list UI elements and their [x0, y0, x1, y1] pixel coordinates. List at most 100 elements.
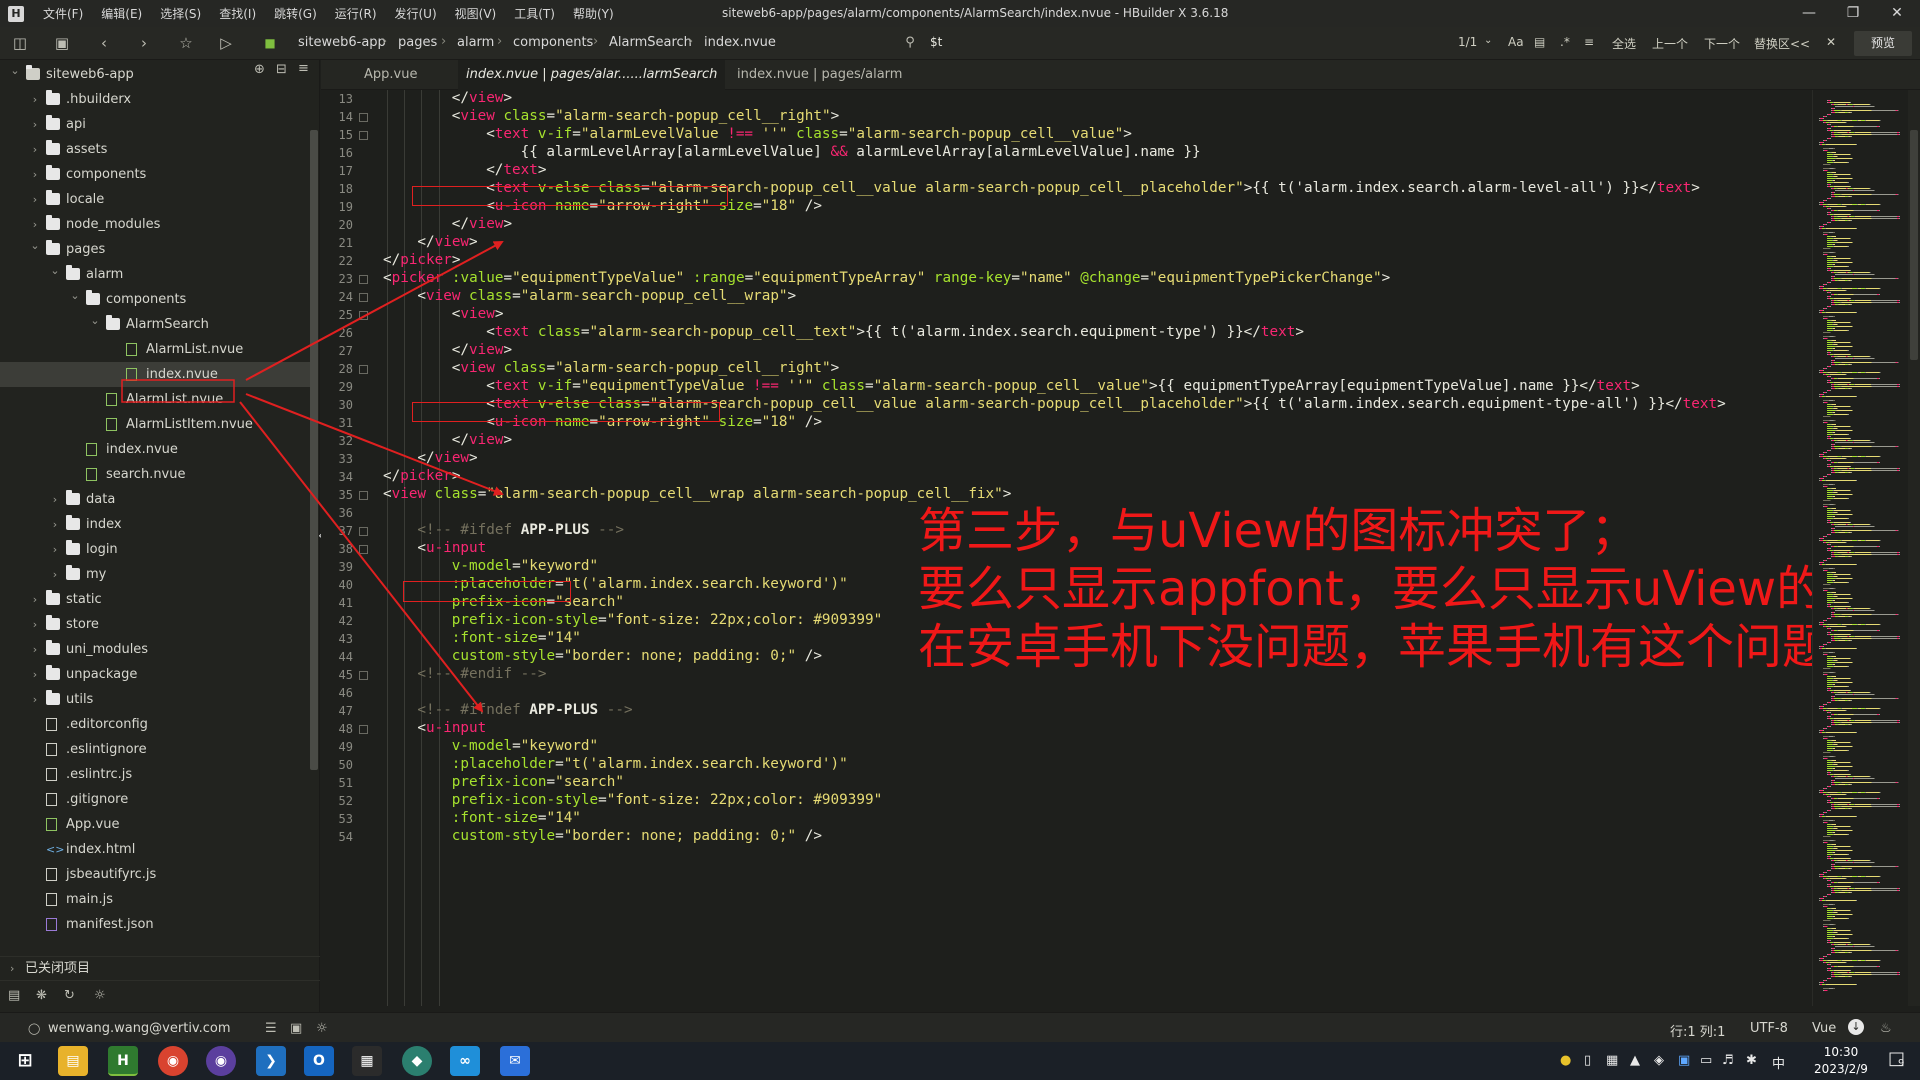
tree-folder[interactable]: › utils	[0, 687, 312, 712]
tree-folder[interactable]: › assets	[0, 137, 312, 162]
match-case-icon[interactable]: Aa	[1508, 35, 1524, 49]
tree-file[interactable]: AlarmListItem.nvue	[0, 412, 312, 437]
wrap-icon[interactable]: ≡	[1584, 35, 1594, 49]
code-line[interactable]: :font-size="14"	[452, 810, 581, 826]
chevron-right-icon[interactable]: ›	[48, 537, 62, 562]
tree-folder[interactable]: › node_modules	[0, 212, 312, 237]
code-editor[interactable]: 13 </view> 14 <view class="alarm-search-pop…	[321, 90, 1812, 1006]
download-icon[interactable]: ↓	[1848, 1019, 1864, 1035]
preview-button[interactable]: 预览	[1854, 31, 1912, 56]
menu-item[interactable]: 选择(S)	[151, 5, 210, 22]
user-account[interactable]: wenwang.wang@vertiv.com	[48, 1021, 231, 1036]
tree-folder[interactable]: › static	[0, 587, 312, 612]
tree-folder[interactable]: › locale	[0, 187, 312, 212]
menu-item[interactable]: 查找(I)	[210, 5, 265, 22]
chevron-down-icon[interactable]: ⌄	[88, 308, 102, 333]
code-line[interactable]: </view>	[452, 432, 512, 448]
tray-security-icon[interactable]: ◈	[1654, 1053, 1664, 1068]
tray-grid-icon[interactable]: ▦	[1606, 1053, 1618, 1068]
fold-toggle-icon[interactable]	[359, 365, 368, 374]
breadcrumb-item[interactable]: siteweb6-app	[298, 35, 386, 50]
chevron-right-icon[interactable]: ›	[28, 162, 42, 187]
breadcrumb-item[interactable]: components	[513, 35, 593, 50]
forward-icon[interactable]: ›	[134, 33, 154, 53]
code-line[interactable]: </view>	[452, 90, 512, 106]
chevron-down-icon[interactable]: ⌄	[8, 58, 22, 83]
code-line[interactable]: prefix-icon-style="font-size: 22px;color…	[452, 792, 882, 808]
code-line[interactable]: </view>	[417, 450, 477, 466]
tree-file[interactable]: index.nvue	[0, 437, 312, 462]
code-line[interactable]: <text v-if="equipmentTypeValue !== ''" c…	[486, 378, 1639, 394]
file-encoding[interactable]: UTF-8	[1750, 1021, 1788, 1036]
chevron-down-icon[interactable]: ⌄	[28, 233, 42, 258]
menu-item[interactable]: 跳转(G)	[265, 5, 326, 22]
bell-icon[interactable]: ♨	[1880, 1021, 1892, 1036]
code-line[interactable]: {{ alarmLevelArray[alarmLevelValue] && a…	[521, 144, 1201, 160]
tree-folder[interactable]: › unpackage	[0, 662, 312, 687]
editor-scroll-thumb[interactable]	[1910, 130, 1918, 360]
tree-file[interactable]: App.vue	[0, 812, 312, 837]
code-line[interactable]: <view class="alarm-search-popup_cell__wr…	[383, 486, 1011, 502]
breadcrumb-item[interactable]: index.nvue	[704, 35, 776, 50]
chevron-right-icon[interactable]: ›	[28, 187, 42, 212]
app-icon[interactable]: ◆	[402, 1046, 432, 1076]
sync-icon[interactable]: ↻	[64, 988, 75, 1003]
fold-toggle-icon[interactable]	[359, 545, 368, 554]
chevron-right-icon[interactable]: ›	[28, 662, 42, 687]
prev-match-button[interactable]: 上一个	[1652, 35, 1688, 52]
fold-toggle-icon[interactable]	[359, 131, 368, 140]
chevron-down-icon[interactable]: ⌄	[1484, 35, 1492, 46]
tree-file[interactable]: .gitignore	[0, 787, 312, 812]
code-line[interactable]: </picker>	[383, 252, 460, 268]
code-line[interactable]: prefix-icon="search"	[452, 774, 624, 790]
run-icon[interactable]: ▷	[216, 33, 236, 53]
select-all-button[interactable]: 全选	[1612, 35, 1636, 52]
tray-network-icon[interactable]: ▲	[1630, 1053, 1640, 1068]
save-icon[interactable]: ▣	[52, 33, 72, 53]
code-line[interactable]: <!-- #ifndef APP-PLUS -->	[417, 702, 632, 718]
code-line[interactable]: :placeholder="t('alarm.index.search.keyw…	[452, 756, 848, 772]
breadcrumb-item[interactable]: pages	[398, 35, 437, 50]
tree-folder[interactable]: › api	[0, 112, 312, 137]
folder-view-icon[interactable]: ▤	[8, 988, 20, 1003]
code-line[interactable]: <view class="alarm-search-popup_cell__ri…	[452, 360, 839, 376]
code-line[interactable]: :font-size="14"	[452, 630, 581, 646]
tree-file[interactable]: jsbeautifyrc.js	[0, 862, 312, 887]
menu-item[interactable]: 文件(F)	[34, 5, 92, 22]
chevron-right-icon[interactable]: ›	[28, 137, 42, 162]
tree-folder[interactable]: ⌄ components	[0, 287, 312, 312]
tree-folder[interactable]: ⌄ siteweb6-app	[0, 62, 312, 87]
code-line[interactable]: </picker>	[383, 468, 460, 484]
ime-indicator[interactable]: 中	[1772, 1053, 1785, 1072]
chevron-right-icon[interactable]: ›	[28, 112, 42, 137]
breadcrumb-item[interactable]: AlarmSearch	[609, 35, 692, 50]
star-icon[interactable]: ☆	[176, 33, 196, 53]
code-line[interactable]: <!-- #ifdef APP-PLUS -->	[417, 522, 624, 538]
editor-tab[interactable]: index.nvue | pages/alarm	[729, 60, 910, 90]
tree-file[interactable]: .eslintrc.js	[0, 762, 312, 787]
tree-folder[interactable]: › index	[0, 512, 312, 537]
whole-word-icon[interactable]: ▤	[1534, 35, 1545, 49]
tray-app-icon[interactable]: ●	[1560, 1053, 1571, 1068]
chevron-right-icon[interactable]: ›	[48, 562, 62, 587]
tree-file[interactable]: manifest.json	[0, 912, 312, 937]
tree-folder[interactable]: › store	[0, 612, 312, 637]
find-input[interactable]: $t	[930, 35, 942, 49]
tree-folder[interactable]: › login	[0, 537, 312, 562]
code-line[interactable]: </view>	[417, 234, 477, 250]
code-line[interactable]: </text>	[486, 162, 546, 178]
list-icon[interactable]: ☰	[265, 1021, 277, 1036]
editor-tab[interactable]: App.vue	[356, 60, 425, 90]
menu-item[interactable]: 发行(U)	[386, 5, 446, 22]
minimap[interactable]	[1812, 90, 1908, 1006]
tray-bluetooth-icon[interactable]: ✱	[1746, 1053, 1757, 1068]
menu-item[interactable]: 编辑(E)	[92, 5, 151, 22]
globe-icon[interactable]: ☼	[316, 1021, 328, 1036]
debug-icon[interactable]: ❋	[36, 988, 47, 1003]
tree-folder[interactable]: ⌄ pages	[0, 237, 312, 262]
code-line[interactable]: <picker :value="equipmentTypeValue" :ran…	[383, 270, 1390, 286]
tree-folder[interactable]: › .hbuilderx	[0, 87, 312, 112]
back-icon[interactable]: ‹	[94, 33, 114, 53]
breadcrumb-item[interactable]: alarm	[457, 35, 494, 50]
tree-file[interactable]: main.js	[0, 887, 312, 912]
